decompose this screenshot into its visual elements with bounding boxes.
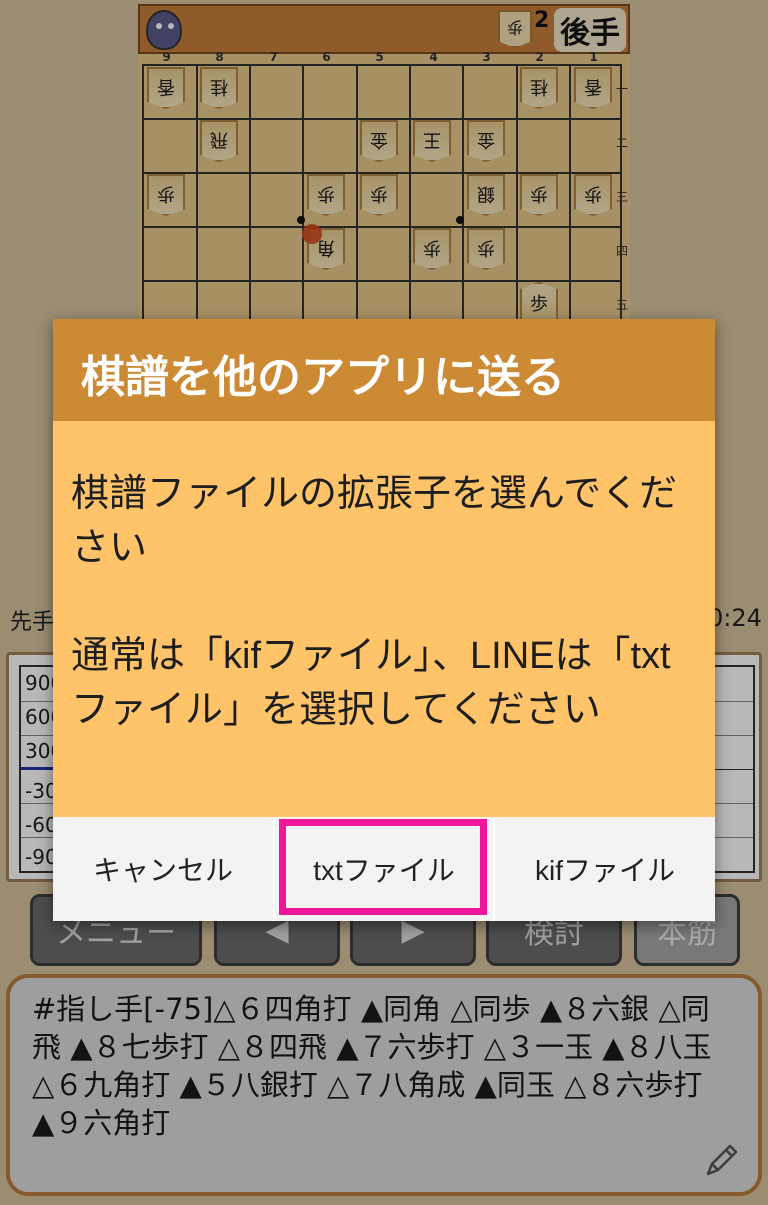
dialog-title: 棋譜を他のアプリに送る [81, 352, 565, 403]
dialog-buttons: キャンセル txtファイル kifファイル [53, 817, 715, 921]
dialog-message: 棋譜ファイルの拡張子を選んでください 通常は「kifファイル」、LINEは「tx… [71, 473, 678, 731]
send-kifu-dialog: 棋譜を他のアプリに送る 棋譜ファイルの拡張子を選んでください 通常は「kifファ… [53, 319, 715, 921]
highlight-box [279, 819, 487, 915]
txt-file-button[interactable]: txtファイル [273, 817, 495, 921]
dialog-header: 棋譜を他のアプリに送る [53, 319, 715, 421]
kif-file-button[interactable]: kifファイル [495, 817, 715, 921]
cancel-button[interactable]: キャンセル [53, 817, 273, 921]
